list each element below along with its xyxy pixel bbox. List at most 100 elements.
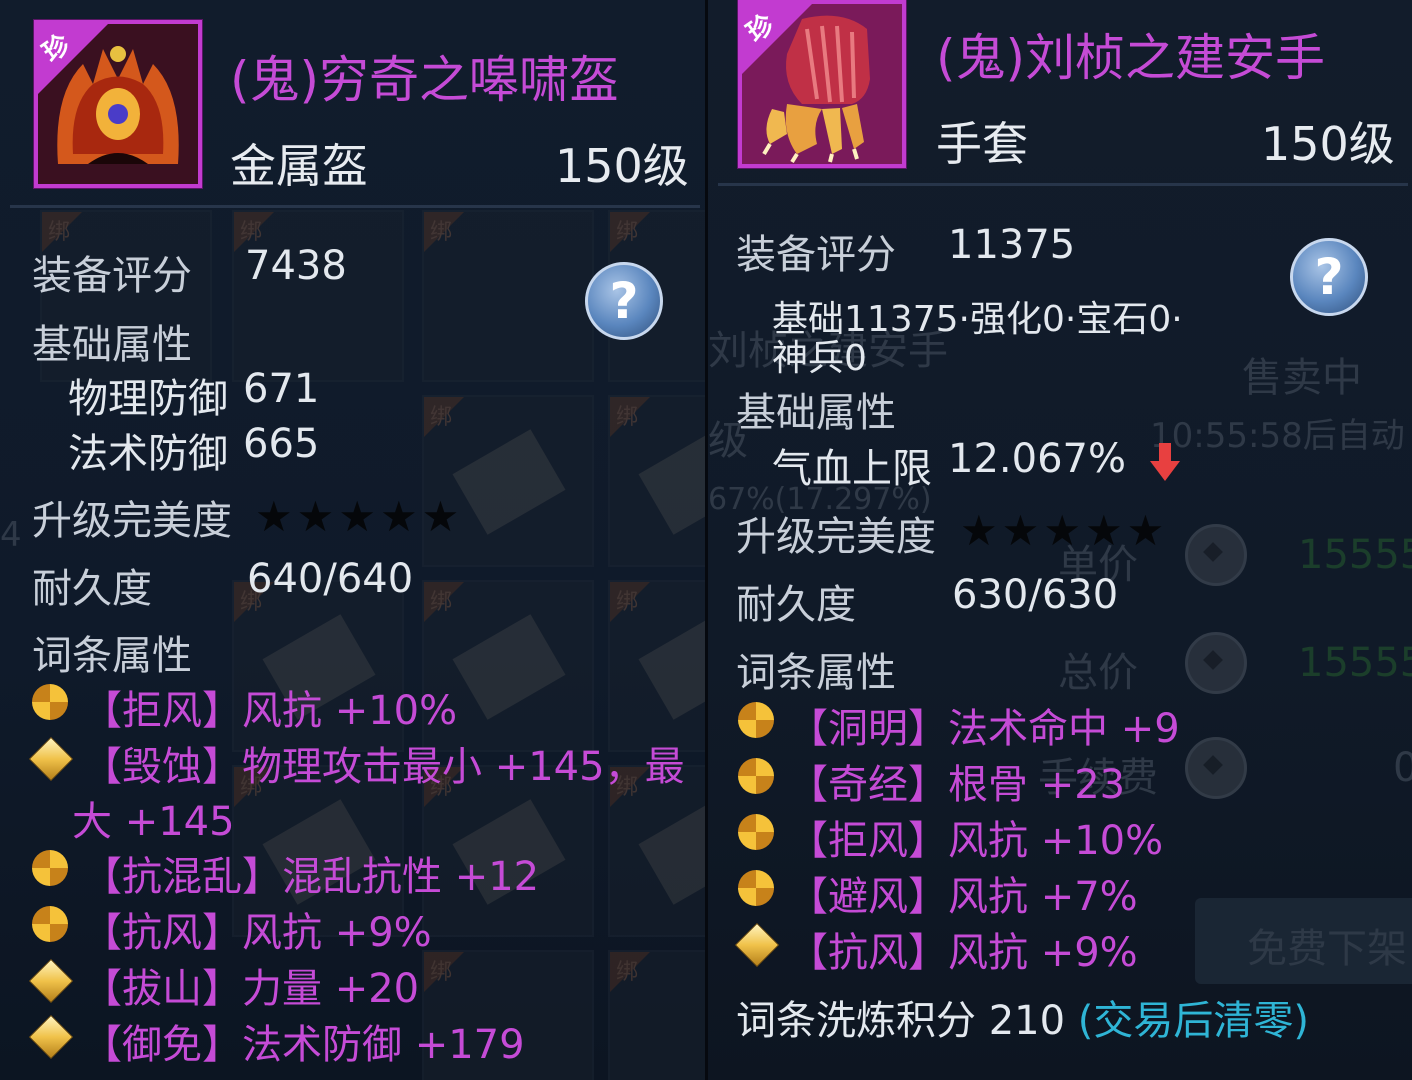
bind-tag: 绑: [430, 220, 453, 245]
bg-inventory-slot: 绑: [232, 210, 404, 382]
item-tooltip-left: 绑 绑 绑 绑 绑 绑 绑 绑 绑 绑 绑 绑 绑 绑 4 珍 (鬼)穷奇之嗥啸…: [0, 0, 705, 1080]
perfection-label: 升级完美度: [736, 514, 936, 560]
bind-tag: 绑: [616, 220, 639, 245]
score-label: 装备评分: [736, 232, 896, 278]
affix-tag: 【抗风】: [82, 910, 242, 956]
diamond-icon: [28, 958, 74, 1004]
base-stat-name: 气血上限: [772, 446, 932, 492]
coin-icon: [1185, 632, 1247, 694]
item-name: (鬼)刘桢之建安手: [936, 29, 1326, 87]
base-stat-name: 法术防御: [68, 431, 228, 477]
base-stat-name: 物理防御: [68, 376, 228, 422]
affix-line: 【拔山】力量 +20: [82, 956, 419, 1014]
durability-label: 耐久度: [32, 566, 152, 612]
diamond-icon: [734, 922, 780, 968]
affix-tag: 【抗混乱】: [82, 854, 282, 900]
affix-label: 词条属性: [32, 633, 192, 679]
perfection-label: 升级完美度: [32, 498, 232, 544]
affix-line: 【拒风】风抗 +10%: [82, 678, 457, 736]
affix-tag: 【毁蚀】: [82, 744, 242, 790]
star-icon: ★: [379, 492, 418, 541]
base-stat-value: 671: [243, 366, 320, 412]
bg-inventory-slot: 绑: [608, 950, 705, 1080]
base-attr-label: 基础属性: [736, 390, 896, 436]
bind-tag: 绑: [616, 405, 639, 430]
arrow-down-icon: [1150, 443, 1180, 483]
score-value: 7438: [245, 243, 347, 289]
swirl-icon: [32, 684, 68, 720]
durability-label: 耐久度: [736, 582, 856, 628]
affix-text: 根骨 +23: [948, 762, 1126, 808]
affix-tag: 【奇经】: [788, 762, 948, 808]
swirl-icon: [32, 850, 68, 886]
affix-line-wrap: 大 +145: [72, 799, 235, 845]
durability-value: 640/640: [247, 556, 414, 602]
item-icon-helmet[interactable]: 珍: [34, 20, 202, 188]
delist-button-label: 免费下架: [1247, 926, 1407, 972]
item-icon-gloves[interactable]: 珍: [738, 0, 906, 168]
ghost-total-price: 15555: [1298, 640, 1412, 686]
affix-tag: 【拔山】: [82, 966, 242, 1012]
question-icon: ?: [609, 272, 639, 330]
affix-line: 【抗混乱】混乱抗性 +12: [82, 844, 539, 902]
bind-tag: 绑: [430, 590, 453, 615]
ghost-edge-digit: 4: [0, 515, 22, 555]
star-icon: ★: [1001, 506, 1040, 555]
base-attr-label: 基础属性: [32, 322, 192, 368]
refine-score: 词条洗炼积分 210 (交易后清零): [736, 988, 1309, 1046]
ghost-fee: 0: [1393, 745, 1412, 791]
star-icon: ★: [421, 492, 460, 541]
ghost-countdown: 10:55:58后自动: [1150, 416, 1405, 456]
affix-line: 【御免】法术防御 +179: [82, 1012, 525, 1070]
divider-line: [10, 205, 700, 208]
perfection-stars: ★ ★ ★ ★ ★: [960, 510, 1164, 552]
diamond-icon: [28, 1014, 74, 1060]
bind-tag: 绑: [430, 960, 453, 985]
ghost-unit-price: 15555: [1298, 532, 1412, 578]
affix-line: 【毁蚀】物理攻击最小 +145，最: [82, 734, 685, 792]
score-breakdown: 神兵0: [772, 338, 867, 379]
score-value: 11375: [948, 222, 1076, 268]
star-icon: ★: [255, 492, 293, 541]
star-icon: ★: [1043, 506, 1081, 555]
delist-button[interactable]: 免费下架: [1195, 898, 1412, 984]
swirl-icon: [738, 814, 774, 850]
star-icon: ★: [296, 492, 335, 541]
item-name: (鬼)穷奇之嗥啸盔: [230, 51, 620, 109]
divider-line: [718, 183, 1408, 186]
item-type: 手套: [936, 117, 1028, 171]
affix-line: 【避风】风抗 +7%: [788, 864, 1138, 922]
bg-inventory-slot: 绑: [422, 395, 594, 567]
star-icon: ★: [1126, 506, 1165, 555]
affix-text: 物理攻击最小 +145，最: [242, 744, 685, 790]
affix-line: 【拒风】风抗 +10%: [788, 808, 1163, 866]
bind-tag: 绑: [240, 220, 263, 245]
star-icon: ★: [960, 506, 998, 555]
ghost-selling: 售卖中: [1242, 355, 1362, 401]
swirl-icon: [738, 870, 774, 906]
refine-score-note: (交易后清零): [1077, 998, 1309, 1044]
score-label: 装备评分: [32, 253, 192, 299]
affix-text: 风抗 +10%: [242, 688, 458, 734]
affix-text: 力量 +20: [242, 966, 420, 1012]
help-button[interactable]: ?: [1290, 238, 1368, 316]
bg-inventory-slot: 绑: [608, 395, 705, 567]
affix-tag: 【抗风】: [788, 930, 948, 976]
refine-score-label: 词条洗炼积分 210: [736, 998, 1066, 1044]
affix-tag: 【御免】: [82, 1022, 242, 1068]
star-icon: ★: [338, 492, 376, 541]
affix-text: 风抗 +7%: [948, 874, 1138, 920]
help-button[interactable]: ?: [585, 262, 663, 340]
bind-tag: 绑: [430, 405, 453, 430]
affix-label: 词条属性: [736, 650, 896, 696]
base-stat-value: 12.067%: [948, 436, 1126, 482]
star-icon: ★: [1084, 506, 1123, 555]
affix-line: 【洞明】法术命中 +9: [788, 696, 1180, 754]
coin-icon: [1185, 524, 1247, 586]
perfection-stars: ★ ★ ★ ★ ★: [255, 496, 459, 538]
bg-inventory-slot: 绑: [608, 580, 705, 752]
bind-tag: 绑: [48, 220, 71, 245]
affix-tag: 【洞明】: [788, 706, 948, 752]
item-level: 150级: [555, 139, 689, 193]
item-level: 150级: [1261, 117, 1395, 171]
